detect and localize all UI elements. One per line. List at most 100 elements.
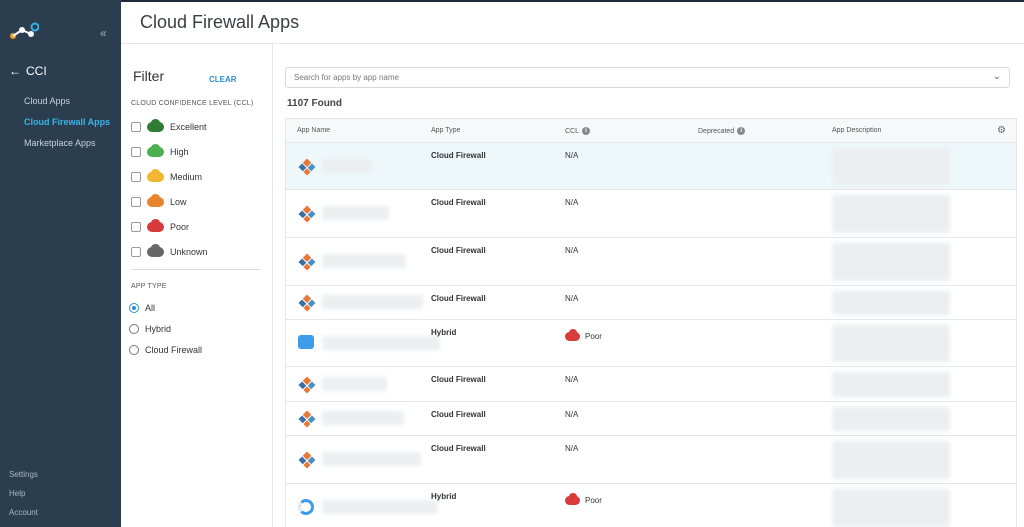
radio-button[interactable] xyxy=(129,302,139,313)
table-row[interactable]: Hybrid Poor xyxy=(286,484,1016,527)
search-input[interactable]: Search for apps by app name ⌄ xyxy=(285,67,1010,88)
table-row[interactable]: Cloud Firewall N/A xyxy=(286,143,1016,190)
column-header-app-description[interactable]: App Description xyxy=(832,127,881,134)
ccl-cell: Poor xyxy=(565,493,602,505)
ccl-value: N/A xyxy=(565,151,579,160)
table-row[interactable]: Cloud Firewall N/A xyxy=(286,238,1016,286)
info-icon[interactable]: i xyxy=(737,127,746,135)
logo-icon[interactable] xyxy=(9,22,39,42)
column-label: App Name xyxy=(297,127,331,134)
app-description-redacted xyxy=(832,372,950,397)
app-type-option-all[interactable]: All xyxy=(129,297,202,318)
checkbox[interactable] xyxy=(131,121,141,132)
app-type-option-hybrid[interactable]: Hybrid xyxy=(129,318,202,339)
ccl-label: Unknown xyxy=(170,246,208,257)
cloud-icon xyxy=(147,168,164,182)
app-type-cell: Cloud Firewall xyxy=(431,410,486,419)
table-row[interactable]: Cloud Firewall N/A xyxy=(286,402,1016,436)
cloud-icon xyxy=(147,118,164,132)
cloud-icon xyxy=(147,193,164,207)
column-header-app-type[interactable]: App Type xyxy=(431,127,460,134)
table-row[interactable]: Cloud Firewall N/A xyxy=(286,367,1016,402)
app-description-redacted xyxy=(832,489,950,527)
column-label: App Type xyxy=(431,127,461,134)
checkbox[interactable] xyxy=(131,221,141,232)
column-label: Deprecated xyxy=(698,127,735,135)
collapse-sidebar-icon[interactable]: « xyxy=(100,26,107,40)
table-header: App Name App Type CCL i Deprecated i App D… xyxy=(286,119,1016,143)
table-row[interactable]: Cloud Firewall N/A xyxy=(286,190,1016,238)
ccl-option-high[interactable]: High xyxy=(131,139,208,164)
back-link[interactable]: ← CCI xyxy=(9,64,47,78)
ccl-label: Medium xyxy=(170,171,203,182)
app-type-cell: Hybrid xyxy=(431,492,457,501)
app-description-redacted xyxy=(832,441,950,479)
sidebar-item-cloud-apps[interactable]: Cloud Apps xyxy=(24,96,110,117)
sidebar-item-help[interactable]: Help xyxy=(9,489,38,508)
app-logo-icon xyxy=(298,158,316,176)
cloud-icon xyxy=(147,243,164,257)
ccl-cell: N/A xyxy=(565,410,578,419)
ccl-filter-list: Excellent High Medium Low Poor Unknown xyxy=(131,114,208,264)
ccl-option-excellent[interactable]: Excellent xyxy=(131,114,208,139)
app-description-redacted xyxy=(832,148,950,185)
chevron-down-icon[interactable]: ⌄ xyxy=(993,71,1001,82)
table-row[interactable]: Cloud Firewall N/A xyxy=(286,286,1016,320)
ccl-option-low[interactable]: Low xyxy=(131,189,208,214)
app-description-redacted xyxy=(832,243,950,281)
apps-table: App Name App Type CCL i Deprecated i App D… xyxy=(285,118,1017,527)
ccl-value: N/A xyxy=(565,246,579,255)
column-header-ccl[interactable]: CCL i xyxy=(565,127,591,135)
ccl-label: Poor xyxy=(170,221,190,232)
app-description-redacted xyxy=(832,407,950,431)
sidebar-bottom-nav: Settings Help Account xyxy=(9,470,38,527)
info-icon[interactable]: i xyxy=(582,127,591,135)
app-logo-icon xyxy=(298,205,316,223)
table-row[interactable]: Cloud Firewall N/A xyxy=(286,436,1016,484)
ccl-cell: N/A xyxy=(565,294,578,303)
column-header-deprecated[interactable]: Deprecated i xyxy=(698,127,746,135)
ccl-value: N/A xyxy=(565,294,579,303)
type-label: Cloud Firewall xyxy=(145,344,203,355)
ccl-option-unknown[interactable]: Unknown xyxy=(131,239,208,264)
ccl-option-medium[interactable]: Medium xyxy=(131,164,208,189)
column-label: App Description xyxy=(832,127,882,134)
cloud-icon xyxy=(147,218,164,232)
radio-button[interactable] xyxy=(129,344,139,355)
ccl-value: N/A xyxy=(565,444,579,453)
app-type-cell: Cloud Firewall xyxy=(431,444,486,453)
ccl-cell: Poor xyxy=(565,329,602,341)
app-type-cell: Cloud Firewall xyxy=(431,246,486,255)
ccl-value: N/A xyxy=(565,375,579,384)
app-type-cell: Cloud Firewall xyxy=(431,375,486,384)
sidebar: « ← CCI Cloud Apps Cloud Firewall Apps M… xyxy=(0,0,121,527)
table-body: Cloud Firewall N/A Cloud Firewall N/A Cloud … xyxy=(286,143,1016,527)
app-logo-icon xyxy=(298,294,316,312)
app-name-redacted xyxy=(322,336,440,350)
gear-icon[interactable]: ⚙ xyxy=(997,125,1006,136)
page-title: Cloud Firewall Apps xyxy=(140,12,300,32)
page-header: Cloud Firewall Apps xyxy=(121,2,1024,44)
app-type-option-cloud-firewall[interactable]: Cloud Firewall xyxy=(129,339,202,360)
table-row[interactable]: Hybrid Poor xyxy=(286,320,1016,367)
sidebar-item-account[interactable]: Account xyxy=(9,508,38,527)
ccl-cell: N/A xyxy=(565,444,578,453)
app-logo-icon xyxy=(298,451,316,469)
checkbox[interactable] xyxy=(131,171,141,182)
app-name-redacted xyxy=(322,254,406,268)
radio-button[interactable] xyxy=(129,323,139,334)
clear-filters-button[interactable]: CLEAR xyxy=(209,75,237,84)
checkbox[interactable] xyxy=(131,146,141,157)
cloud-icon xyxy=(565,493,580,505)
column-header-app-name[interactable]: App Name xyxy=(297,127,330,134)
sidebar-item-settings[interactable]: Settings xyxy=(9,470,38,489)
app-description-redacted xyxy=(832,291,950,315)
checkbox[interactable] xyxy=(131,196,141,207)
ccl-value: Poor xyxy=(585,496,602,505)
checkbox[interactable] xyxy=(131,246,141,257)
ccl-option-poor[interactable]: Poor xyxy=(131,214,208,239)
app-name-redacted xyxy=(322,159,372,173)
sidebar-item-marketplace-apps[interactable]: Marketplace Apps xyxy=(24,138,110,159)
app-description-redacted xyxy=(832,325,950,362)
sidebar-item-cloud-firewall-apps[interactable]: Cloud Firewall Apps xyxy=(24,117,110,138)
